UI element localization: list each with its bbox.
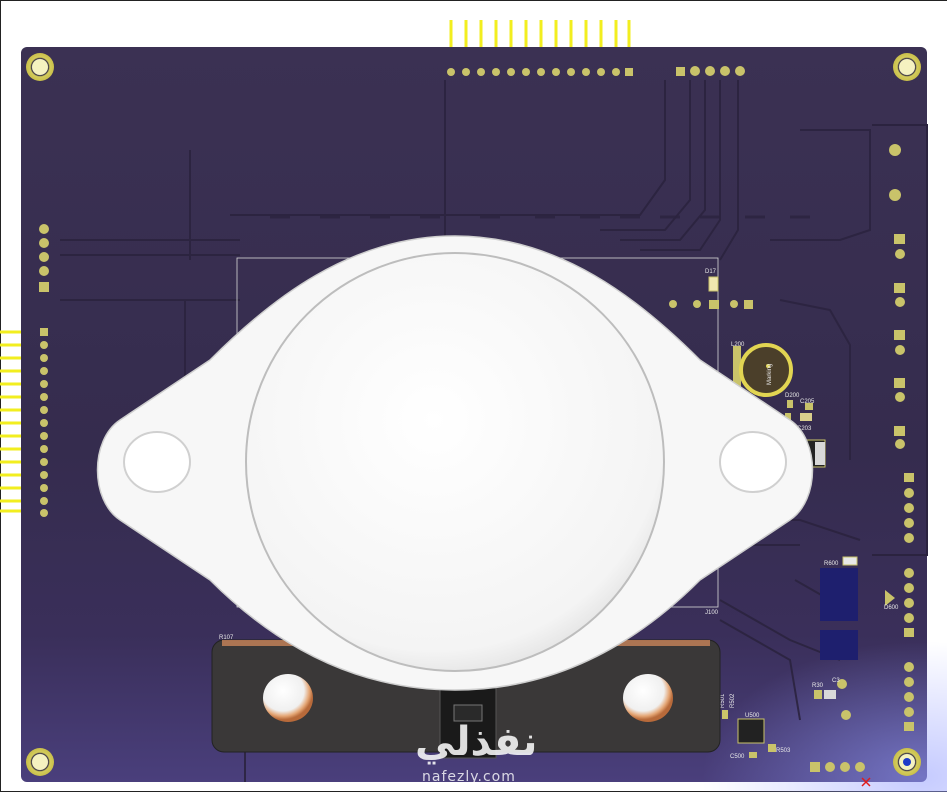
header-pins-left (0, 330, 21, 513)
c205-label: C205 (800, 399, 815, 405)
r503-label: R503 (776, 748, 791, 754)
close-x-icon[interactable] (861, 777, 871, 787)
d600-label: D600 (884, 605, 899, 611)
r501-label: R501 (720, 693, 726, 708)
r502-label: R502 (730, 693, 736, 708)
c500-label: C500 (730, 754, 745, 760)
r30-label: R30 (812, 683, 824, 689)
watermark-arabic: نفذلي (415, 719, 538, 765)
d17-label: D17 (705, 269, 717, 275)
header-pads-top-right[interactable] (676, 66, 745, 76)
header-pins-top (449, 20, 631, 47)
pcb-drawing[interactable]: J100 D17 L200 Marking C205 D200 C203 R10… (0, 0, 947, 792)
r600-label: R600 (824, 561, 839, 567)
j100-label: J100 (705, 610, 719, 616)
l200-label: L200 (731, 342, 745, 348)
header-pads-top[interactable] (447, 68, 633, 76)
header-pads-left[interactable] (39, 224, 49, 517)
u500-label: U500 (745, 713, 760, 719)
marking-label: Marking (767, 364, 773, 385)
to3-transistor[interactable] (96, 235, 814, 691)
axis-dot-icon (903, 758, 911, 766)
watermark-latin: nafezly.com (422, 769, 516, 785)
d200-label: D200 (785, 393, 800, 399)
right-side-pads[interactable] (810, 144, 914, 772)
c3-label: C3 (832, 678, 840, 684)
